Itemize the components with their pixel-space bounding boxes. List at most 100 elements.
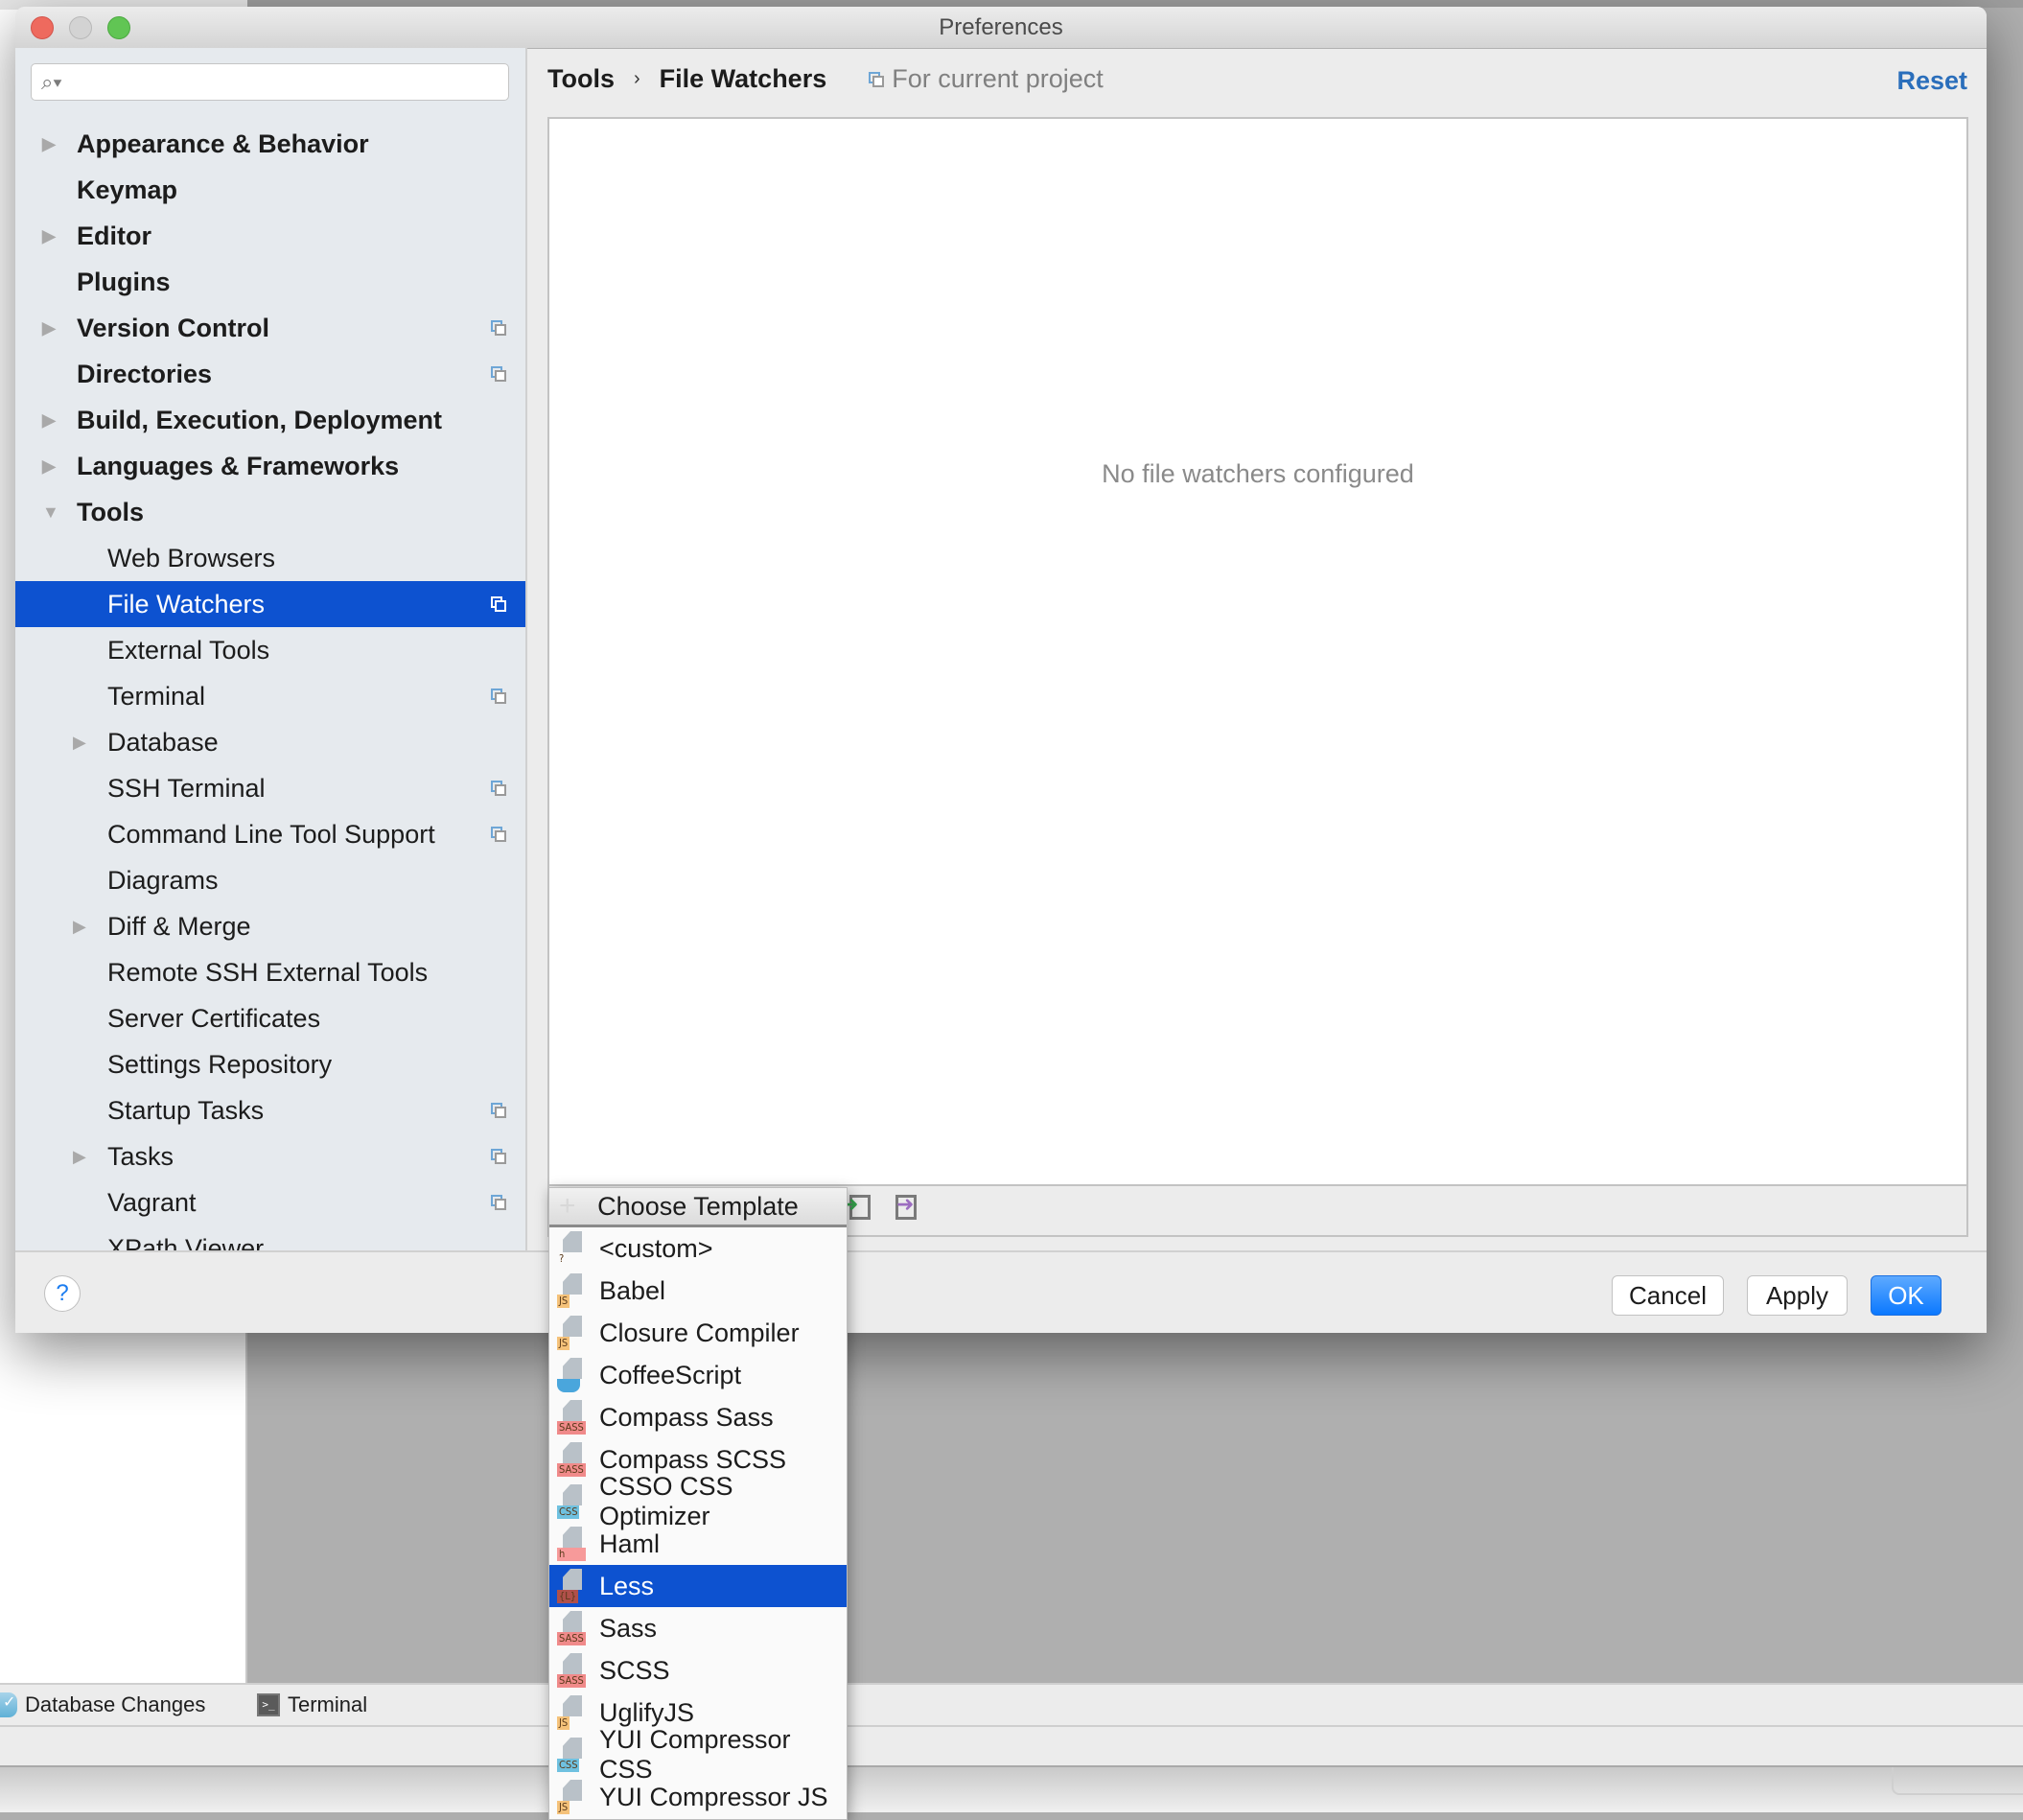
project-scope-icon	[491, 688, 506, 704]
project-scope-icon	[491, 1103, 506, 1118]
template-item-label: UglifyJS	[599, 1697, 695, 1727]
template-item[interactable]: SASS Sass	[549, 1607, 847, 1649]
tool-window-bar: Database Changes >_ Terminal	[0, 1683, 2023, 1727]
sidebar-item-vagrant[interactable]: Vagrant	[15, 1179, 525, 1225]
template-item[interactable]: JS Closure Compiler	[549, 1312, 847, 1354]
project-scope-icon	[491, 781, 506, 796]
help-button[interactable]: ?	[44, 1275, 81, 1312]
sidebar-item-plugins[interactable]: Plugins	[15, 259, 525, 305]
template-item-label: Compass Sass	[599, 1402, 774, 1432]
sidebar-item-terminal[interactable]: Terminal	[15, 673, 525, 719]
import-icon[interactable]	[841, 1192, 871, 1220]
file-watchers-list: No file watchers configured	[547, 117, 1968, 1237]
js-file-icon: JS	[557, 1695, 590, 1730]
template-item[interactable]: ? <custom>	[549, 1227, 847, 1270]
sidebar-item-server-certificates[interactable]: Server Certificates	[15, 995, 525, 1041]
sidebar-item-appearance-behavior[interactable]: ▶ Appearance & Behavior	[15, 121, 525, 167]
template-item-label: Sass	[599, 1613, 658, 1643]
expand-arrow-right-icon[interactable]: ▶	[73, 1147, 86, 1167]
sidebar-item-label: Appearance & Behavior	[77, 128, 369, 158]
sidebar-item-label: XPath Viewer	[107, 1233, 265, 1251]
h-file-icon: h	[557, 1527, 590, 1561]
sidebar-item-languages-frameworks[interactable]: ▶ Languages & Frameworks	[15, 443, 525, 489]
template-item-label: Compass SCSS	[599, 1444, 787, 1474]
css-file-icon: CSS	[557, 1484, 590, 1519]
project-scope-icon	[491, 827, 506, 842]
sidebar-item-web-browsers[interactable]: Web Browsers	[15, 535, 525, 581]
breadcrumb: Tools › File Watchers For current projec…	[547, 64, 1104, 94]
project-scope-icon	[869, 71, 885, 87]
ok-button[interactable]: OK	[1871, 1275, 1942, 1316]
sidebar-item-remote-ssh-external-tools[interactable]: Remote SSH External Tools	[15, 949, 525, 995]
empty-state-message: No file watchers configured	[1102, 459, 1414, 488]
sass-file-icon: SASS	[557, 1611, 590, 1645]
sidebar-item-diagrams[interactable]: Diagrams	[15, 857, 525, 903]
project-scope-icon	[491, 596, 506, 612]
sidebar-item-xpath-viewer[interactable]: XPath Viewer	[15, 1225, 525, 1251]
template-item[interactable]: SASS Compass Sass	[549, 1396, 847, 1438]
sidebar-item-editor[interactable]: ▶ Editor	[15, 213, 525, 259]
expand-arrow-right-icon[interactable]: ▶	[42, 226, 56, 246]
sidebar-item-external-tools[interactable]: External Tools	[15, 627, 525, 673]
template-item[interactable]: CSS CSSO CSS Optimizer	[549, 1472, 847, 1530]
cancel-button[interactable]: Cancel	[1612, 1275, 1724, 1316]
sidebar-item-directories[interactable]: Directories	[15, 351, 525, 397]
template-item[interactable]: SASS SCSS	[549, 1649, 847, 1692]
sidebar-item-label: Web Browsers	[107, 543, 276, 572]
sidebar-item-startup-tasks[interactable]: Startup Tasks	[15, 1087, 525, 1133]
dialog-footer: ? Cancel Apply OK	[15, 1250, 1987, 1333]
sidebar-item-keymap[interactable]: Keymap	[15, 167, 525, 213]
sidebar-item-label: External Tools	[107, 635, 270, 665]
sidebar-item-tools[interactable]: ▼ Tools	[15, 489, 525, 535]
settings-search[interactable]: ⌕▾	[31, 63, 509, 101]
expand-arrow-right-icon[interactable]: ▶	[42, 318, 56, 338]
database-changes-icon	[0, 1692, 17, 1717]
sidebar-item-tasks[interactable]: ▶ Tasks	[15, 1133, 525, 1179]
template-item[interactable]: JS YUI Compressor JS	[549, 1776, 847, 1818]
export-icon[interactable]	[895, 1192, 917, 1220]
template-item[interactable]: CSS YUI Compressor CSS	[549, 1725, 847, 1784]
sidebar-item-label: Tools	[77, 497, 144, 526]
sidebar-item-version-control[interactable]: ▶ Version Control	[15, 305, 525, 351]
tool-window-database-changes[interactable]: Database Changes	[0, 1692, 205, 1717]
reset-link[interactable]: Reset	[1896, 66, 1967, 96]
template-item[interactable]: CoffeeScript	[549, 1354, 847, 1396]
popup-title-text: Choose Template	[597, 1192, 799, 1221]
sidebar-item-command-line-tool-support[interactable]: Command Line Tool Support	[15, 811, 525, 857]
search-input[interactable]	[74, 68, 500, 97]
expand-arrow-right-icon[interactable]: ▶	[42, 134, 56, 154]
template-item[interactable]: {L} Less	[549, 1565, 847, 1607]
sidebar-item-build-execution-deployment[interactable]: ▶ Build, Execution, Deployment	[15, 397, 525, 443]
sidebar-item-label: Languages & Frameworks	[77, 451, 400, 480]
tool-window-terminal[interactable]: >_ Terminal	[257, 1692, 367, 1717]
apply-button[interactable]: Apply	[1747, 1275, 1848, 1316]
template-item-label: Babel	[599, 1275, 666, 1305]
expand-arrow-right-icon[interactable]: ▶	[42, 456, 56, 477]
breadcrumb-parent[interactable]: Tools	[547, 64, 615, 94]
sidebar-item-file-watchers[interactable]: File Watchers	[15, 581, 525, 627]
sidebar-item-ssh-terminal[interactable]: SSH Terminal	[15, 765, 525, 811]
expand-arrow-right-icon[interactable]: ▶	[73, 733, 86, 753]
template-item[interactable]: h Haml	[549, 1523, 847, 1565]
breadcrumb-current: File Watchers	[659, 64, 827, 93]
search-icon: ⌕▾	[41, 70, 62, 94]
template-item-label: SCSS	[599, 1655, 670, 1685]
sidebar-item-settings-repository[interactable]: Settings Repository	[15, 1041, 525, 1087]
sidebar-item-label: Version Control	[77, 313, 270, 342]
sidebar-item-database[interactable]: ▶ Database	[15, 719, 525, 765]
project-scope-icon	[491, 320, 506, 336]
js-file-icon: JS	[557, 1273, 590, 1308]
sidebar-item-label: Diagrams	[107, 865, 219, 895]
expand-arrow-down-icon[interactable]: ▼	[42, 502, 59, 523]
sidebar-item-diff-merge[interactable]: ▶ Diff & Merge	[15, 903, 525, 949]
sidebar-item-label: Editor	[77, 221, 151, 250]
template-list: ? <custom> JS Babel JS Closure Compiler Coffee…	[549, 1227, 847, 1818]
sidebar-item-label: Server Certificates	[107, 1003, 321, 1033]
expand-arrow-right-icon[interactable]: ▶	[42, 410, 56, 431]
expand-arrow-right-icon[interactable]: ▶	[73, 917, 86, 937]
sidebar-item-label: Command Line Tool Support	[107, 819, 435, 849]
template-item[interactable]: JS Babel	[549, 1270, 847, 1312]
q-file-icon: ?	[557, 1231, 590, 1266]
sidebar-item-label: Vagrant	[107, 1187, 197, 1217]
sidebar-item-label: Tasks	[107, 1141, 174, 1171]
